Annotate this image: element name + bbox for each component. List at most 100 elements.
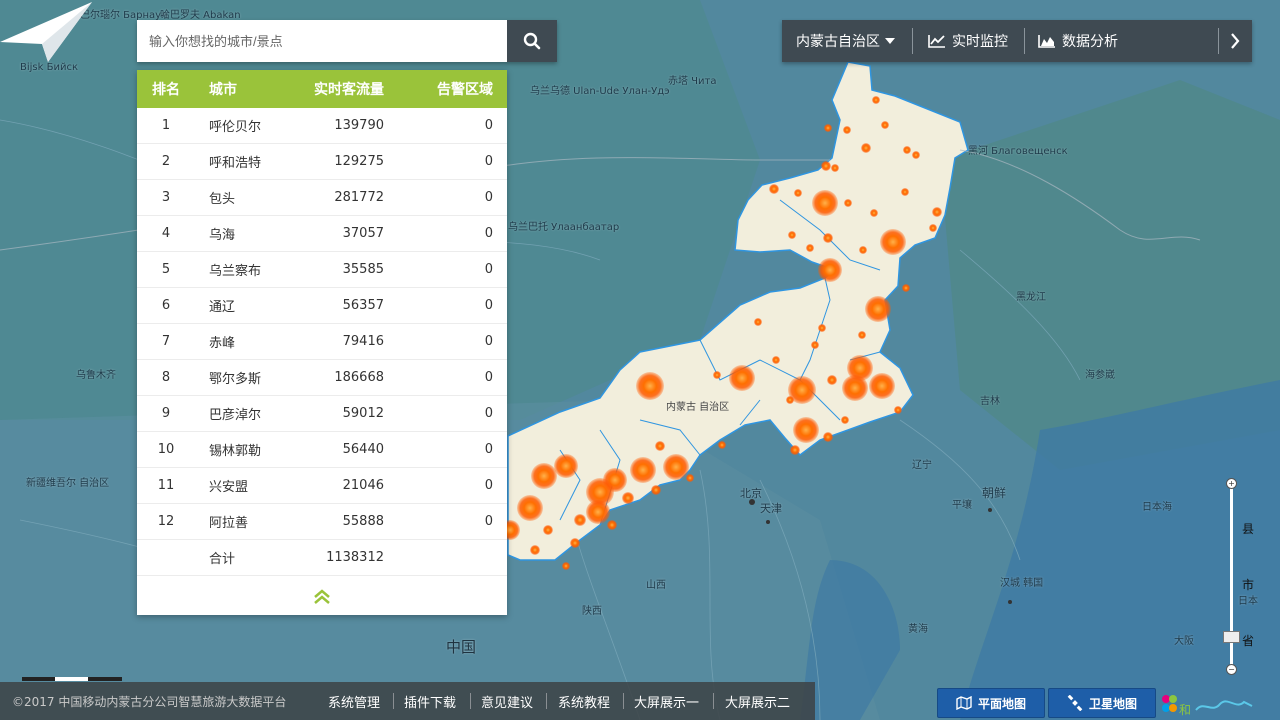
footer-link-big-screen-2[interactable]: 大屏展示二 — [725, 682, 790, 720]
cell-alert: 0 — [484, 154, 493, 169]
collapse-button[interactable] — [137, 585, 507, 609]
cell-alert: 0 — [484, 514, 493, 529]
cell-alert: 0 — [484, 118, 493, 133]
table-row[interactable]: 8 鄂尔多斯 186668 0 — [137, 360, 507, 396]
map-label: 吉林 — [980, 396, 1000, 407]
cell-alert: 0 — [484, 298, 493, 313]
cell-alert: 0 — [484, 226, 493, 241]
table-row[interactable]: 6 通辽 56357 0 — [137, 288, 507, 324]
monitor-label: 实时监控 — [952, 34, 1008, 50]
cell-rank: 5 — [161, 262, 171, 277]
map-label: 新疆维吾尔 自治区 — [26, 478, 110, 489]
region-dropdown[interactable]: 内蒙古自治区 — [796, 20, 896, 62]
data-analysis-button[interactable]: 数据分析 — [1038, 20, 1118, 62]
cell-flow: 281772 — [334, 190, 384, 205]
map-label: 朝鲜 — [982, 486, 1007, 500]
table-body: 1 呼伦贝尔 139790 0 2 呼和浩特 129275 0 3 包头 281772 0 4 乌海 370… — [137, 108, 507, 540]
cell-alert: 0 — [484, 334, 493, 349]
brand-text: 和 — [1179, 703, 1191, 717]
cell-alert: 0 — [484, 370, 493, 385]
zoom-label-province: 省 — [1242, 634, 1255, 648]
satellite-icon — [1067, 695, 1083, 711]
map-label: 平壤 — [952, 500, 972, 511]
cell-rank: 8 — [161, 370, 171, 385]
map-label: 山西 — [646, 580, 666, 591]
realtime-monitor-button[interactable]: 实时监控 — [928, 20, 1008, 62]
cell-flow: 35585 — [342, 262, 384, 277]
cell-flow: 55888 — [342, 514, 384, 529]
cell-flow: 21046 — [342, 478, 384, 493]
separator — [546, 693, 547, 709]
plus-icon: + — [1228, 479, 1235, 488]
map-label: 赤塔 Чита — [668, 76, 717, 87]
table-row[interactable]: 12 阿拉善 55888 0 — [137, 504, 507, 540]
separator — [912, 28, 913, 54]
double-chevron-up-icon — [314, 589, 330, 604]
separator — [623, 693, 624, 709]
map-label: 乌兰乌德 Ulan-Ude Улан-Удэ — [530, 86, 670, 97]
cell-alert: 0 — [484, 442, 493, 457]
table-row[interactable]: 5 乌兰察布 35585 0 — [137, 252, 507, 288]
copyright-text: ©2017 中国移动内蒙古分公司智慧旅游大数据平台 — [12, 694, 287, 709]
map-label: 内蒙古 自治区 — [666, 402, 730, 413]
map-label: 乌兰巴托 Улаанбаатар — [508, 222, 620, 233]
zoom-label-city: 市 — [1242, 578, 1255, 592]
search-button[interactable] — [507, 20, 557, 62]
map-label: 黑河 Благовещенск — [968, 146, 1068, 157]
table-row[interactable]: 1 呼伦贝尔 139790 0 — [137, 108, 507, 144]
china-mobile-brand-logo-icon: 和 — [1162, 695, 1253, 717]
separator — [1024, 28, 1025, 54]
footer-link-tutorial[interactable]: 系统教程 — [558, 682, 610, 720]
cell-rank: 6 — [161, 298, 171, 313]
search-icon — [523, 32, 541, 50]
flat-map-button[interactable]: 平面地图 — [937, 688, 1045, 718]
total-flow: 1138312 — [326, 550, 384, 565]
cell-flow: 56440 — [342, 442, 384, 457]
footer-link-system-admin[interactable]: 系统管理 — [328, 682, 380, 720]
cell-flow: 129275 — [334, 154, 384, 169]
map-label: 中国 — [446, 638, 477, 656]
table-row[interactable]: 3 包头 281772 0 — [137, 180, 507, 216]
footer-link-feedback[interactable]: 意见建议 — [481, 682, 533, 720]
table-row[interactable]: 4 乌海 37057 0 — [137, 216, 507, 252]
search-input[interactable] — [137, 20, 507, 62]
map-label: 大阪 — [1174, 636, 1194, 647]
table-row[interactable]: 9 巴彦淖尔 59012 0 — [137, 396, 507, 432]
cell-rank: 11 — [157, 478, 175, 493]
zoom-label-county: 县 — [1242, 522, 1255, 536]
zoom-handle[interactable] — [1223, 630, 1240, 643]
map-label: 黑龙江 — [1016, 292, 1046, 303]
cell-rank: 3 — [161, 190, 171, 205]
cell-alert: 0 — [484, 262, 493, 277]
footer-bar: ©2017 中国移动内蒙古分公司智慧旅游大数据平台 系统管理 插件下载 意见建议… — [0, 682, 815, 720]
separator — [713, 693, 714, 709]
separator — [470, 693, 471, 709]
footer-link-big-screen-1[interactable]: 大屏展示一 — [634, 682, 699, 720]
map-label: 汉城 韩国 — [1000, 578, 1044, 589]
table-row[interactable]: 2 呼和浩特 129275 0 — [137, 144, 507, 180]
cell-rank: 9 — [161, 406, 171, 421]
table-row[interactable]: 10 锡林郭勒 56440 0 — [137, 432, 507, 468]
table-row[interactable]: 11 兴安盟 21046 0 — [137, 468, 507, 504]
satellite-map-button[interactable]: 卫星地图 — [1048, 688, 1156, 718]
table-row[interactable]: 7 赤峰 79416 0 — [137, 324, 507, 360]
cell-alert: 0 — [484, 406, 493, 421]
zoom-out-button[interactable]: − — [1226, 664, 1237, 675]
next-button[interactable] — [1230, 20, 1240, 62]
minus-icon: − — [1228, 665, 1235, 674]
map-label: 日本海 — [1142, 502, 1172, 513]
cell-rank: 12 — [157, 514, 175, 529]
zoom-slider[interactable]: + − 县 市 省 — [1223, 478, 1280, 678]
flat-map-label: 平面地图 — [977, 696, 1026, 711]
satellite-map-label: 卫星地图 — [1088, 696, 1137, 711]
area-chart-icon — [1038, 35, 1055, 48]
cell-rank: 1 — [161, 118, 171, 133]
line-chart-icon — [928, 35, 945, 48]
region-label: 内蒙古自治区 — [796, 34, 880, 50]
cell-rank: 10 — [157, 442, 175, 457]
table-total-row: 合计 1138312 — [137, 540, 507, 576]
cell-flow: 139790 — [334, 118, 384, 133]
map-label: 天津 — [760, 502, 782, 515]
footer-link-plugin-download[interactable]: 插件下载 — [404, 682, 456, 720]
zoom-in-button[interactable]: + — [1226, 478, 1237, 489]
